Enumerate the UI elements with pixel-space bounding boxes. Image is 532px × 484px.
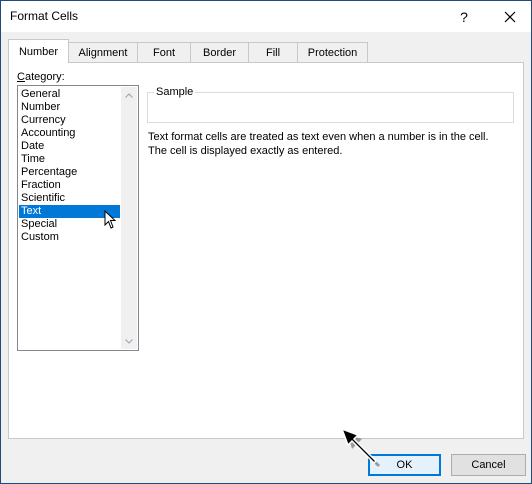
chevron-up-icon	[125, 92, 133, 98]
tab-strip: Number Alignment Font Border Fill Protec…	[8, 39, 523, 63]
tab-number-label: Number	[18, 45, 59, 58]
cancel-button-label: Cancel	[471, 459, 506, 471]
category-scrollbar[interactable]	[121, 87, 137, 349]
arrow-pointer-icon	[340, 427, 380, 467]
category-item-fraction[interactable]: Fraction	[19, 179, 120, 192]
category-label-accesskey: C	[17, 71, 25, 83]
category-item-number[interactable]: Number	[19, 101, 120, 114]
tab-panel-number: Category: General Number Currency Accoun…	[8, 62, 524, 439]
format-cells-dialog: Format Cells ? Number Alignment Font Bor…	[0, 0, 532, 484]
category-item-percentage[interactable]: Percentage	[19, 166, 120, 179]
format-description: Text format cells are treated as text ev…	[148, 130, 518, 158]
cancel-button[interactable]: Cancel	[451, 454, 526, 476]
tab-alignment[interactable]: Alignment	[68, 42, 138, 62]
category-label-text: ategory:	[24, 71, 65, 83]
category-item-currency[interactable]: Currency	[19, 114, 120, 127]
description-line-1: Text format cells are treated as text ev…	[148, 131, 489, 143]
tab-protection-label: Protection	[307, 46, 358, 59]
cursor-pointer-icon	[104, 210, 117, 229]
tab-fill-label: Fill	[265, 46, 281, 59]
close-icon	[504, 11, 516, 22]
scroll-up-button[interactable]	[121, 87, 137, 103]
tab-fill[interactable]: Fill	[248, 42, 298, 62]
category-list[interactable]: General Number Currency Accounting Date …	[17, 85, 139, 351]
title-bar: Format Cells ?	[1, 1, 531, 32]
tab-border-label: Border	[202, 46, 237, 59]
help-button[interactable]: ?	[447, 1, 481, 32]
category-item-date[interactable]: Date	[19, 140, 120, 153]
close-button[interactable]	[490, 1, 530, 32]
category-item-accounting[interactable]: Accounting	[19, 127, 120, 140]
ok-button-label: OK	[396, 459, 413, 471]
scroll-down-button[interactable]	[121, 333, 137, 349]
chevron-down-icon	[125, 338, 133, 344]
tab-alignment-label: Alignment	[78, 46, 128, 59]
tab-font[interactable]: Font	[137, 42, 191, 62]
category-item-scientific[interactable]: Scientific	[19, 192, 120, 205]
category-label: Category:	[17, 71, 65, 83]
category-item-custom[interactable]: Custom	[19, 231, 120, 244]
sample-group: Sample	[147, 86, 514, 123]
tab-font-label: Font	[152, 46, 175, 59]
description-line-2: The cell is displayed exactly as entered…	[148, 145, 343, 157]
dialog-title: Format Cells	[10, 9, 79, 23]
tab-protection[interactable]: Protection	[297, 42, 368, 62]
tab-border[interactable]: Border	[190, 42, 249, 62]
sample-label: Sample	[154, 86, 196, 98]
tab-number[interactable]: Number	[8, 39, 69, 63]
help-label: ?	[460, 8, 468, 25]
category-item-time[interactable]: Time	[19, 153, 120, 166]
category-item-general[interactable]: General	[19, 88, 120, 101]
